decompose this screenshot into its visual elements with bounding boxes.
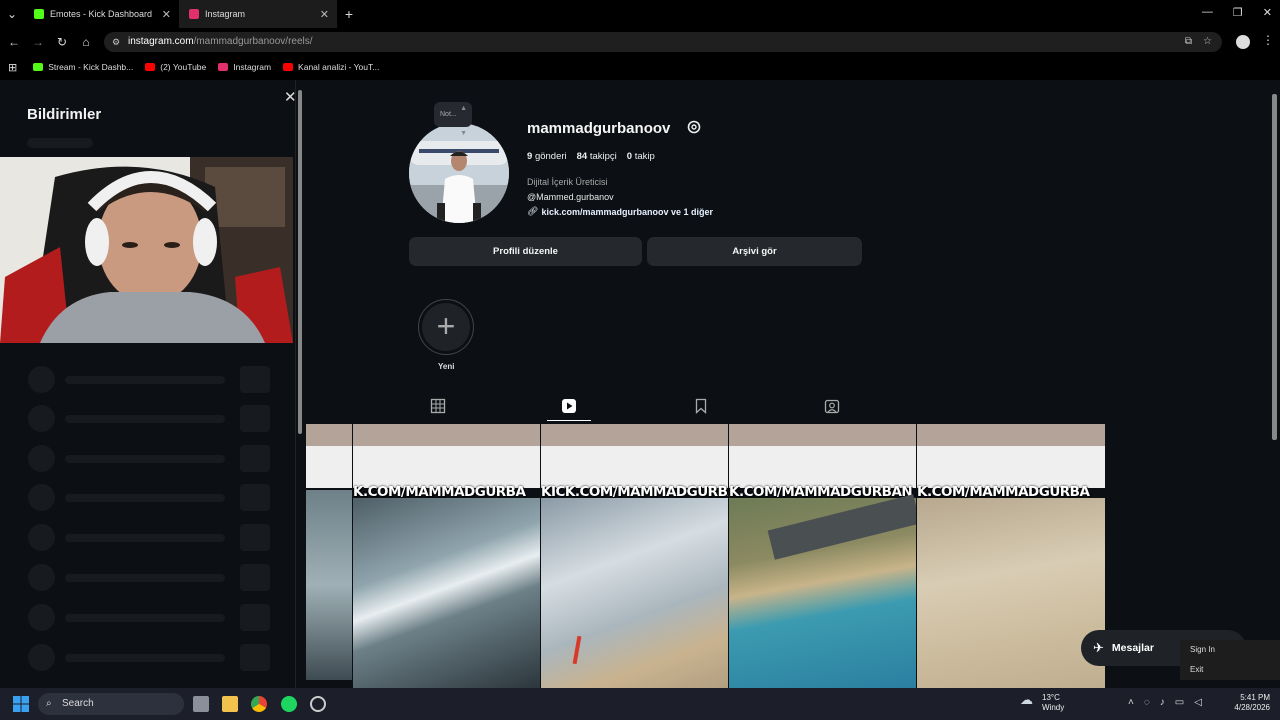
notification-skeleton: [28, 564, 273, 592]
forward-icon[interactable]: →: [26, 35, 50, 49]
tray-context-menu: Sign In Exit: [1180, 640, 1280, 680]
tray-overflow-icon[interactable]: ˄: [1128, 697, 1134, 708]
reel-tile[interactable]: KICK.COM/MAMMADGURBANO: [541, 424, 728, 688]
profile-username: mammadgurbanoov: [527, 120, 671, 137]
note-arrows-icon: ▲ ▼: [460, 105, 467, 137]
apps-grid-icon[interactable]: ⊞: [8, 61, 17, 74]
menu-item-exit[interactable]: Exit: [1180, 660, 1280, 680]
kick-icon: [33, 63, 44, 71]
windows-start-icon[interactable]: [13, 696, 29, 712]
page-scrollbar[interactable]: [1270, 80, 1280, 688]
settings-gear-icon[interactable]: [686, 119, 702, 135]
bookmark-channel-analytics[interactable]: Kanal analizi - YouT...: [283, 62, 379, 72]
plus-icon: +: [422, 303, 470, 351]
posts-grid-tab-icon[interactable]: [430, 398, 446, 414]
bookmark-youtube[interactable]: (2) YouTube: [145, 62, 206, 72]
close-window-icon[interactable]: ✕: [1263, 6, 1272, 19]
minimize-icon[interactable]: —: [1202, 6, 1213, 19]
instagram-page: Bildirimler ✕ Not... ▲ ▼ mammadgurbanoov…: [0, 80, 1280, 688]
restore-icon[interactable]: ❐: [1233, 6, 1243, 19]
new-tab-plus-icon[interactable]: +: [337, 6, 361, 22]
active-tab-indicator: [547, 420, 591, 421]
display-icon[interactable]: ▭: [1175, 697, 1184, 708]
notification-skeleton: [28, 484, 273, 512]
spotify-icon[interactable]: [281, 696, 297, 712]
posts-count[interactable]: 9 gönderi: [527, 151, 567, 162]
notification-skeleton: [28, 644, 273, 672]
notification-skeleton: [28, 366, 273, 394]
notifications-scrollbar[interactable]: [296, 80, 304, 688]
profile-avatar[interactable]: [409, 123, 509, 223]
reel-tile[interactable]: K.COM/MAMMADGURBAN: [729, 424, 916, 688]
edit-profile-button[interactable]: Profili düzenle: [409, 237, 642, 266]
notification-skeleton: [28, 604, 273, 632]
bookmark-kick-stream[interactable]: Stream - Kick Dashb...: [33, 62, 133, 72]
followers-count[interactable]: 84 takipçi: [577, 151, 617, 162]
profile-stats: 9 gönderi 84 takipçi 0 takip: [527, 151, 655, 162]
notifications-panel: Bildirimler ✕: [0, 80, 297, 688]
close-tab-icon[interactable]: ✕: [162, 8, 171, 21]
network-off-icon[interactable]: ◌: [1144, 697, 1150, 708]
profile-handle[interactable]: @Mammed.gurbanov: [527, 192, 614, 202]
youtube-icon: [283, 63, 294, 71]
note-bubble[interactable]: Not... ▲ ▼: [434, 102, 472, 137]
obs-icon[interactable]: [310, 696, 326, 712]
reel-tile-partial[interactable]: [306, 424, 352, 688]
instagram-favicon-icon: [189, 9, 199, 19]
url-input[interactable]: ⚙ instagram.com/mammadgurbanoov/reels/ ⧉…: [104, 32, 1222, 52]
menu-item-sign-in[interactable]: Sign In: [1180, 640, 1280, 660]
new-highlight-label: Yeni: [438, 362, 455, 371]
home-icon[interactable]: ⌂: [74, 35, 98, 49]
kick-favicon-icon: [34, 9, 44, 19]
bookmark-star-icon[interactable]: ☆: [1203, 32, 1212, 52]
system-clock[interactable]: 5:41 PM 4/28/2026: [1230, 693, 1270, 713]
profile-category: Dijital İçerik Üreticisi: [527, 177, 608, 187]
tab-instagram[interactable]: Instagram ✕: [179, 0, 337, 28]
notification-skeleton: [28, 524, 273, 552]
task-view-icon[interactable]: [193, 696, 209, 712]
back-icon[interactable]: ←: [2, 35, 26, 49]
skeleton-subtitle: [27, 138, 93, 148]
link-icon: 🔗︎: [527, 206, 539, 216]
tab-list-chevron-icon[interactable]: ⌄: [0, 7, 24, 21]
weather-widget[interactable]: ☁︎ 13°C Windy: [1020, 693, 1064, 713]
reload-icon[interactable]: ↻: [50, 35, 74, 49]
reels-grid: K.COM/MAMMADGURBA KICK.COM/MAMMADGURBANO…: [306, 424, 1105, 688]
install-app-icon[interactable]: ⧉: [1185, 32, 1192, 52]
profile-avatar-icon[interactable]: [1236, 35, 1250, 49]
site-info-icon[interactable]: ⚙: [112, 32, 120, 52]
reel-tile[interactable]: K.COM/MAMMADGURBA: [917, 424, 1105, 688]
close-tab-icon[interactable]: ✕: [320, 8, 329, 21]
tab-kick-dashboard[interactable]: Emotes - Kick Dashboard ✕: [24, 0, 179, 28]
browser-tab-strip: ⌄ Emotes - Kick Dashboard ✕ Instagram ✕ …: [0, 0, 1280, 28]
instagram-icon: [218, 63, 229, 71]
paper-plane-icon: ✈︎: [1093, 640, 1104, 655]
file-explorer-icon[interactable]: [222, 696, 238, 712]
taskbar-search[interactable]: ⌕ Search: [38, 693, 184, 715]
reels-tab-icon[interactable]: [561, 398, 577, 414]
search-icon: ⌕: [46, 698, 52, 709]
youtube-icon: [145, 63, 156, 71]
microphone-icon[interactable]: ♪: [1160, 697, 1165, 708]
following-count[interactable]: 0 takip: [627, 151, 655, 162]
bookmark-instagram[interactable]: Instagram: [218, 62, 271, 72]
taskbar: ⌕ Search ☁︎ 13°C Windy ˄ ◌ ♪ ▭ ◁ 5:41 PM…: [0, 688, 1280, 720]
webcam-overlay: [0, 157, 293, 343]
profile-link[interactable]: 🔗︎ kick.com/mammadgurbanoov ve 1 diğer: [527, 206, 713, 217]
tagged-tab-icon[interactable]: [824, 398, 840, 414]
reel-tile[interactable]: K.COM/MAMMADGURBA: [353, 424, 540, 688]
view-archive-button[interactable]: Arşivi gör: [647, 237, 862, 266]
new-highlight-button[interactable]: +: [418, 299, 474, 355]
address-toolbar: ← → ↻ ⌂ ⚙ instagram.com/mammadgurbanoov/…: [0, 28, 1280, 56]
chrome-icon[interactable]: [251, 696, 267, 712]
cloud-icon: ☁︎: [1020, 692, 1033, 707]
browser-menu-icon[interactable]: ⋮: [1262, 33, 1274, 47]
volume-icon[interactable]: ◁: [1194, 697, 1202, 708]
notifications-title: Bildirimler: [27, 106, 102, 123]
saved-tab-icon[interactable]: [693, 398, 709, 414]
bookmarks-bar: ⊞ Stream - Kick Dashb... (2) YouTube Ins…: [0, 56, 1280, 78]
notification-skeleton: [28, 405, 273, 433]
notification-skeleton: [28, 445, 273, 473]
close-icon[interactable]: ✕: [284, 88, 297, 106]
